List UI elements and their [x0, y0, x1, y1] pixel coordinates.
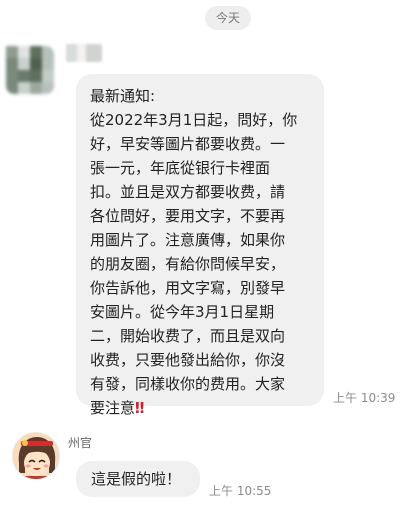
avatar-pixel — [6, 46, 18, 58]
message-timestamp: 上午 10:39 — [333, 391, 396, 405]
message-line: 安圖片。從今年3月1日星期 — [90, 303, 275, 321]
avatar-pixel — [18, 70, 30, 82]
sender-name-blurred — [66, 44, 102, 62]
message-line: 各位問好，要用文字，不要再 — [90, 207, 286, 225]
message-line: 收费，只要他發出給你，你沒 — [90, 351, 286, 369]
message-line: 你告訴他，用文字寫，別發早 — [90, 279, 286, 297]
message-text: 要注意 — [90, 399, 136, 417]
avatar-pixel — [30, 58, 42, 70]
message-timestamp: 上午 10:55 — [209, 484, 272, 498]
cartoon-girl-avatar-icon[interactable] — [12, 432, 60, 480]
avatar-illustration — [13, 433, 59, 479]
message-line: 有發，同樣收你的费用。大家 — [90, 375, 286, 393]
message-bubble[interactable]: 這是假的啦！ — [76, 461, 200, 497]
message-line: 用圖片了。注意廣傳，如果你 — [90, 231, 286, 249]
message-line: 從2022年3月1日起，問好，你 — [90, 111, 298, 129]
avatar-pixel — [42, 70, 54, 82]
message-line: 的朋友圈，有給你問候早安， — [90, 255, 286, 273]
avatar-pixel — [30, 82, 42, 94]
message-line: 二，開始收费了，而且是双向 — [90, 327, 286, 345]
avatar-pixel — [18, 46, 30, 58]
message-bubble[interactable]: 最新通知: 從2022年3月1日起，問好，你 好，早安等圖片都要收费。一 張一元… — [76, 74, 324, 417]
message-line: 張一元，年底從银行卡裡面 — [90, 159, 271, 177]
message-line: 好，早安等圖片都要收费。一 — [90, 135, 286, 153]
chat-window: 今天 最新通知: 從2022年3月1日起，問好，你 好，早安等圖片都要收费。一 … — [0, 0, 413, 510]
message-line: 扣。並且是双方都要收费，請 — [90, 183, 286, 201]
date-divider: 今天 — [205, 6, 251, 30]
message-line-last: 要注意‼ — [90, 396, 310, 420]
sender-avatar-blurred[interactable] — [6, 46, 54, 94]
double-exclamation-icon: ‼ — [135, 399, 145, 417]
sender-name[interactable]: 州官 — [68, 434, 92, 451]
message-line: 最新通知: — [90, 87, 156, 105]
